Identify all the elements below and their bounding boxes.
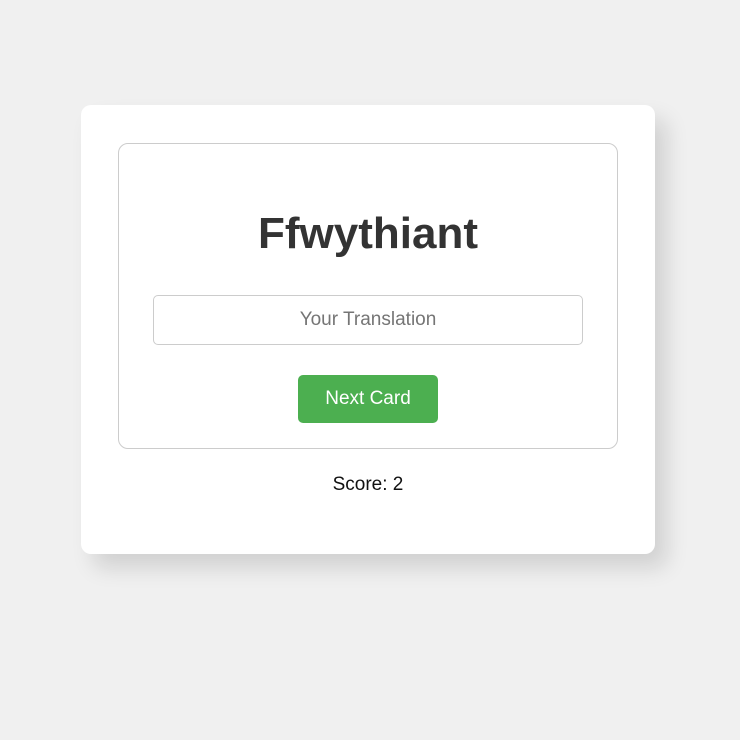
score-display: Score: 2 [332, 474, 404, 495]
flashcard-app-container: Ffwythiant Next Card Score: 2 [81, 105, 655, 554]
flashcard-word: Ffwythiant [258, 209, 478, 258]
next-card-button[interactable]: Next Card [298, 375, 438, 423]
flashcard: Ffwythiant Next Card [118, 143, 618, 449]
translation-input[interactable] [153, 295, 583, 345]
